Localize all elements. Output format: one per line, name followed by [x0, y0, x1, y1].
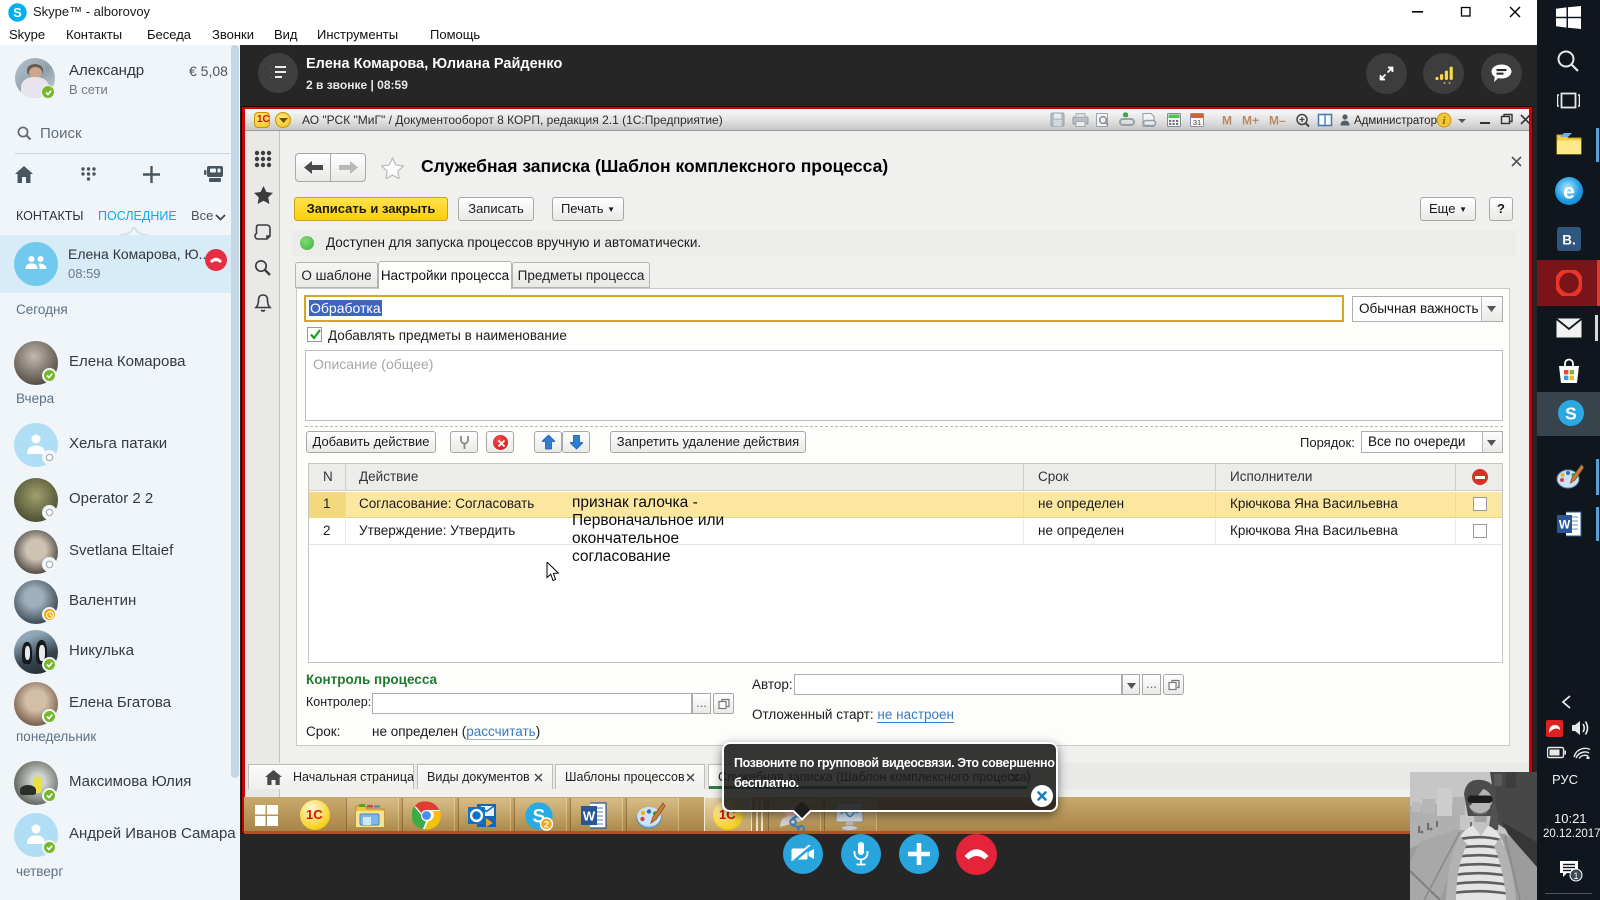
svg-text:S: S	[13, 5, 22, 20]
svg-text:i: i	[1443, 116, 1446, 127]
svg-text:2: 2	[544, 820, 549, 831]
svg-text:М–: М–	[1269, 114, 1286, 128]
svg-text:W: W	[1559, 518, 1571, 532]
svg-text:Администратор: Администратор	[1354, 115, 1437, 127]
svg-text:S: S	[1565, 404, 1577, 424]
svg-text:W: W	[583, 809, 596, 824]
svg-text:М: М	[1222, 114, 1232, 128]
svg-text:31: 31	[1193, 118, 1201, 127]
svg-text:e: e	[1563, 181, 1575, 204]
svg-text:М+: М+	[1242, 114, 1259, 128]
svg-text:B.: B.	[1562, 232, 1575, 247]
svg-text:1: 1	[1573, 871, 1578, 881]
